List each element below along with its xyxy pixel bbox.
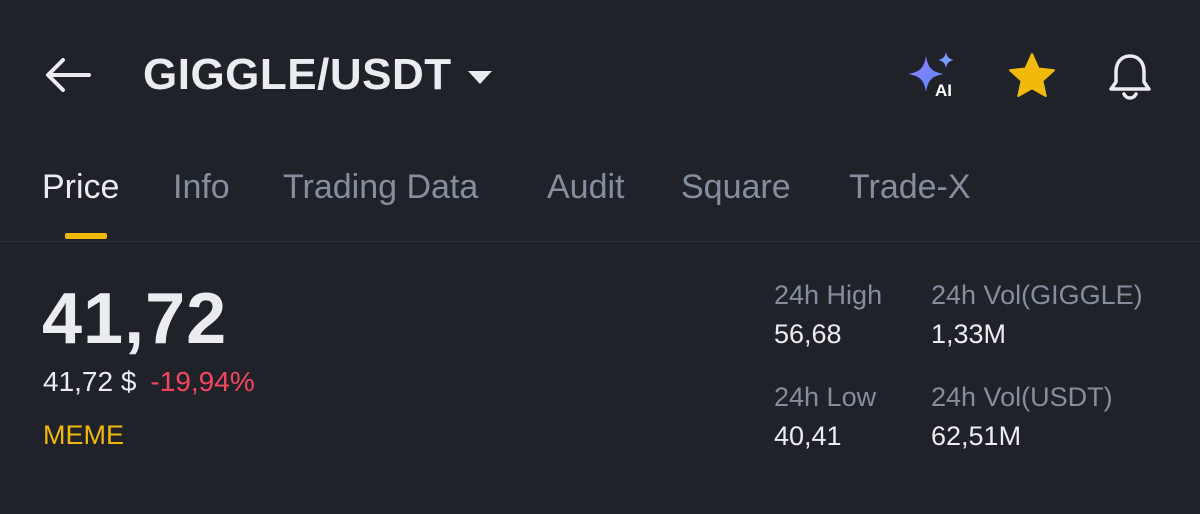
tab-info[interactable]: Info — [173, 168, 230, 207]
tab-price[interactable]: Price — [42, 168, 119, 207]
price-usd: 41,72 $ — [43, 366, 137, 397]
stat-label: 24h Vol(GIGGLE) — [931, 280, 1143, 310]
tab-bar: Price Info Trading Data Audit Square Tra… — [0, 160, 1200, 242]
stat-24h-vol-usdt: 24h Vol(USDT) 62,51M — [931, 382, 1113, 452]
price-subline: 41,72 $ -19,94% — [43, 366, 255, 398]
price-alert-button[interactable] — [1102, 48, 1158, 104]
price-change-percent: -19,94% — [150, 366, 255, 397]
market-screen: GIGGLE/USDT AI Price Info Trading Data A… — [0, 0, 1200, 514]
favorite-button[interactable] — [1004, 48, 1060, 104]
stat-24h-high: 24h High 56,68 — [774, 280, 882, 350]
stat-label: 24h Low — [774, 382, 877, 412]
stat-24h-vol-coin: 24h Vol(GIGGLE) 1,33M — [931, 280, 1143, 350]
arrow-left-icon — [46, 58, 91, 92]
stat-label: 24h High — [774, 280, 883, 310]
star-icon — [1009, 53, 1055, 97]
tab-trade-x[interactable]: Trade-X — [849, 168, 971, 207]
bell-icon — [1109, 54, 1151, 100]
stat-value: 40,41 — [774, 421, 842, 451]
ai-assistant-button[interactable]: AI — [904, 48, 960, 104]
category-tag[interactable]: MEME — [43, 420, 124, 451]
ai-badge-label: AI — [935, 81, 952, 100]
back-button[interactable] — [40, 50, 96, 100]
stat-value: 1,33M — [931, 319, 1007, 349]
header-bar: GIGGLE/USDT AI — [0, 0, 1200, 150]
stat-label: 24h Vol(USDT) — [931, 382, 1113, 412]
stat-value: 56,68 — [774, 319, 842, 349]
tab-audit[interactable]: Audit — [547, 168, 625, 207]
caret-down-icon — [467, 70, 492, 84]
tab-square[interactable]: Square — [681, 168, 791, 207]
last-price: 41,72 — [42, 279, 228, 359]
stat-24h-low: 24h Low 40,41 — [774, 382, 876, 452]
pair-selector[interactable]: GIGGLE/USDT — [143, 48, 492, 102]
ai-sparkle-icon: AI — [908, 52, 954, 100]
tab-trading-data[interactable]: Trading Data — [283, 168, 478, 207]
active-tab-indicator — [65, 233, 107, 239]
stat-value: 62,51M — [931, 421, 1022, 451]
pair-title: GIGGLE/USDT — [143, 50, 452, 99]
